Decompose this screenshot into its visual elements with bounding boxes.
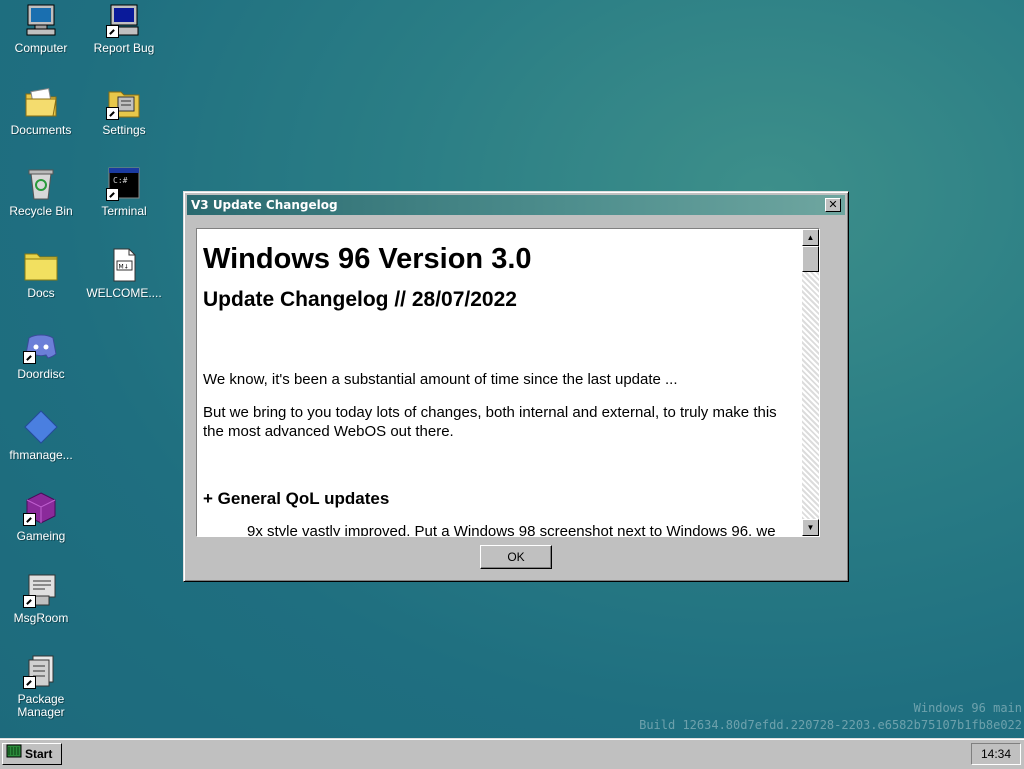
taskbar-clock[interactable]: 14:34 (971, 743, 1021, 765)
desktop-icon-label: Documents (10, 123, 72, 137)
close-button[interactable]: ✕ (825, 198, 841, 212)
build-name: Windows 96 main (913, 701, 1022, 715)
folder-icon (23, 247, 59, 283)
desktop-icon-label: Doordisc (17, 367, 65, 381)
desktop-icon-msgroom[interactable]: MsgRoom (1, 572, 81, 625)
taskbar: Start 14:34 (0, 738, 1024, 769)
build-watermark: Windows 96 main Build 12634.80d7efdd.220… (639, 700, 1022, 734)
desktop-icon-label: Computer (14, 41, 68, 55)
desktop-icon-label: Terminal (101, 204, 147, 218)
desktop-icon-label: WELCOME.... (86, 286, 162, 300)
desktop-icon-settings[interactable]: Settings (84, 84, 164, 137)
svg-text:M↓: M↓ (119, 264, 129, 271)
changelog-window: V3 Update Changelog ✕ Windows 96 Version… (183, 191, 849, 582)
scroll-up-button[interactable]: ▲ (802, 229, 819, 246)
desktop-icon-welcome[interactable]: M↓ WELCOME.... (84, 247, 164, 300)
shortcut-arrow-icon (106, 25, 119, 38)
changelog-bullet: 9x style vastly improved. Put a Windows … (247, 523, 776, 537)
shortcut-arrow-icon (106, 107, 119, 120)
vertical-scrollbar[interactable]: ▲ ▼ (802, 229, 819, 536)
scroll-thumb[interactable] (802, 246, 819, 272)
desktop-icon-report-bug[interactable]: Report Bug (84, 2, 164, 55)
computer-icon (23, 2, 59, 38)
shortcut-arrow-icon (23, 595, 36, 608)
desktop-icon-docs[interactable]: Docs (1, 247, 81, 300)
folder-documents-icon (23, 84, 59, 120)
diamond-app-icon (23, 409, 59, 445)
desktop-icon-label: Recycle Bin (9, 204, 73, 218)
desktop-icon-label: Settings (102, 123, 146, 137)
desktop-icon-label: Package Manager (17, 692, 65, 719)
scroll-down-button[interactable]: ▼ (802, 519, 819, 536)
desktop-icon-doordisc[interactable]: Doordisc (1, 328, 81, 381)
desktop-icon-label: MsgRoom (13, 611, 69, 625)
desktop-icon-package-manager[interactable]: Package Manager (1, 653, 81, 719)
desktop-icon-recycle-bin[interactable]: Recycle Bin (1, 165, 81, 218)
package-manager-icon (23, 653, 59, 689)
discord-icon (23, 328, 59, 364)
msgroom-icon (23, 572, 59, 608)
ok-button[interactable]: OK (480, 545, 552, 569)
start-logo-icon (6, 743, 22, 765)
build-number: Build 12634.80d7efdd.220728-2203.e6582b7… (639, 718, 1022, 732)
changelog-document: Windows 96 Version 3.0 Update Changelog … (197, 243, 819, 537)
changelog-heading: Windows 96 Version 3.0 (203, 243, 532, 275)
changelog-subheading: Update Changelog // 28/07/2022 (203, 288, 517, 311)
svg-text:C:#: C:# (113, 176, 128, 185)
desktop-icon-documents[interactable]: Documents (1, 84, 81, 137)
window-title: V3 Update Changelog (191, 198, 338, 212)
changelog-paragraph: But we bring to you today lots of change… (203, 404, 777, 440)
cube-game-icon (23, 490, 59, 526)
start-button[interactable]: Start (2, 743, 62, 765)
report-bug-icon (106, 2, 142, 38)
recycle-bin-icon (23, 165, 59, 201)
window-titlebar[interactable]: V3 Update Changelog ✕ (187, 195, 845, 215)
arrow-down-icon: ▼ (806, 523, 815, 532)
desktop-icon-gameing[interactable]: Gameing (1, 490, 81, 543)
shortcut-arrow-icon (106, 188, 119, 201)
shortcut-arrow-icon (23, 351, 36, 364)
changelog-section-heading: + General QoL updates (203, 489, 390, 508)
shortcut-arrow-icon (23, 513, 36, 526)
terminal-icon: C:# (106, 165, 142, 201)
desktop-icon-label: fhmanage... (9, 448, 73, 462)
desktop-icon-fhmanager[interactable]: fhmanage... (1, 409, 81, 462)
settings-icon (106, 84, 142, 120)
close-icon: ✕ (828, 198, 838, 211)
desktop-icon-label: Report Bug (93, 41, 155, 55)
arrow-up-icon: ▲ (806, 233, 815, 242)
shortcut-arrow-icon (23, 676, 36, 689)
desktop-icon-terminal[interactable]: C:# Terminal (84, 165, 164, 218)
start-label: Start (25, 747, 53, 761)
changelog-content[interactable]: Windows 96 Version 3.0 Update Changelog … (196, 228, 820, 537)
desktop-icon-label: Gameing (16, 529, 66, 543)
markdown-file-icon: M↓ (106, 247, 142, 283)
changelog-paragraph: We know, it's been a substantial amount … (203, 371, 678, 388)
desktop-icon-label: Docs (27, 286, 55, 300)
desktop-icon-computer[interactable]: Computer (1, 2, 81, 55)
